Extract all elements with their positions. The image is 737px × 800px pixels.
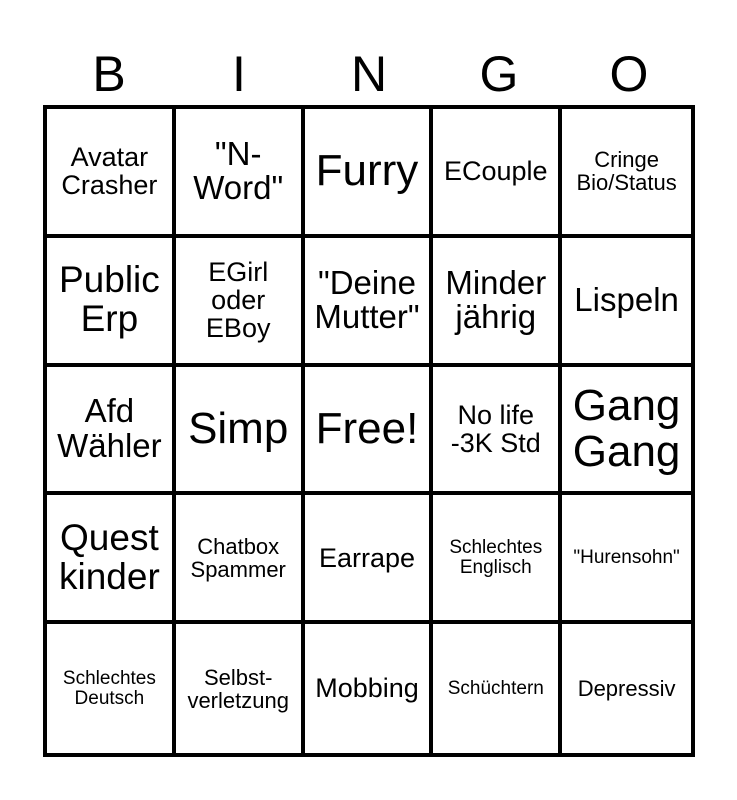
header-letter-i: I bbox=[232, 46, 246, 102]
cell-text: Depressiv bbox=[577, 676, 676, 702]
header-letter-o: O bbox=[609, 46, 649, 102]
cell-text: ECouple bbox=[444, 156, 548, 187]
bingo-cell[interactable]: Minder jährig bbox=[433, 237, 563, 367]
bingo-board: Avatar Crasher "N- Word" Furry ECouple C… bbox=[43, 105, 695, 757]
cell-text: "Deine Mutter" bbox=[314, 263, 420, 336]
bingo-cell[interactable]: "Hurensohn" bbox=[562, 495, 691, 625]
bingo-cell[interactable]: Chatbox Spammer bbox=[175, 495, 305, 625]
cell-text: Cringe Bio/Status bbox=[576, 147, 677, 196]
cell-text: Lispeln bbox=[574, 280, 679, 318]
cell-text: Minder jährig bbox=[445, 263, 547, 336]
bingo-cell[interactable]: Schüchtern bbox=[433, 624, 563, 753]
cell-text: No life -3K Std bbox=[450, 399, 541, 458]
cell-text: Gang Gang bbox=[572, 380, 681, 476]
bingo-cell[interactable]: ECouple bbox=[433, 109, 563, 238]
bingo-cell[interactable]: Lispeln bbox=[562, 238, 691, 367]
bingo-cell[interactable]: Avatar Crasher bbox=[47, 109, 176, 238]
bingo-cell[interactable]: Schlechtes Englisch bbox=[433, 495, 563, 625]
cell-text: Earrape bbox=[318, 542, 416, 573]
cell-text: Selbst- verletzung bbox=[187, 664, 289, 713]
header-letter-b: B bbox=[92, 46, 126, 102]
bingo-cell[interactable]: Simp bbox=[175, 366, 305, 496]
cell-text: "Hurensohn" bbox=[573, 546, 680, 568]
bingo-cell[interactable]: Gang Gang bbox=[562, 367, 691, 496]
bingo-cell[interactable]: Public Erp bbox=[47, 237, 176, 367]
cell-text: Schlechtes Deutsch bbox=[62, 667, 156, 709]
bingo-cell[interactable]: Selbst- verletzung bbox=[176, 624, 305, 753]
free-space-cell[interactable]: Free! bbox=[304, 366, 434, 496]
bingo-cell[interactable]: Mobbing bbox=[305, 624, 434, 753]
bingo-cell[interactable]: Furry bbox=[304, 109, 434, 238]
cell-text: "N- Word" bbox=[193, 134, 284, 207]
bingo-header: B I N G O bbox=[44, 44, 694, 104]
bingo-cell[interactable]: Depressiv bbox=[562, 624, 691, 753]
cell-text: Schüchtern bbox=[447, 677, 544, 699]
bingo-cell[interactable]: Cringe Bio/Status bbox=[562, 109, 691, 238]
bingo-cell[interactable]: EGirl oder EBoy bbox=[175, 237, 305, 367]
cell-text: Chatbox Spammer bbox=[190, 533, 286, 582]
cell-text: Avatar Crasher bbox=[61, 142, 158, 201]
cell-text: Mobbing bbox=[315, 673, 419, 704]
header-letter-n: N bbox=[350, 46, 388, 102]
bingo-cell[interactable]: "N- Word" bbox=[175, 109, 305, 238]
cell-text: Public Erp bbox=[59, 259, 160, 340]
bingo-cell[interactable]: Afd Wähler bbox=[47, 366, 176, 496]
cell-text: Schlechtes Englisch bbox=[449, 536, 543, 578]
bingo-cell[interactable]: Quest kinder bbox=[47, 495, 176, 625]
header-letter-g: G bbox=[479, 46, 519, 102]
bingo-cell[interactable]: Earrape bbox=[304, 495, 434, 625]
bingo-cell[interactable]: No life -3K Std bbox=[433, 366, 563, 496]
bingo-cell[interactable]: Schlechtes Deutsch bbox=[47, 624, 176, 753]
bingo-cell[interactable]: "Deine Mutter" bbox=[304, 237, 434, 367]
cell-text: Quest kinder bbox=[59, 516, 160, 597]
cell-text: Simp bbox=[188, 403, 289, 453]
cell-text: Furry bbox=[315, 146, 419, 196]
cell-text: EGirl oder EBoy bbox=[205, 256, 271, 344]
cell-text: Afd Wähler bbox=[57, 392, 162, 464]
free-space-text: Free! bbox=[315, 403, 419, 453]
